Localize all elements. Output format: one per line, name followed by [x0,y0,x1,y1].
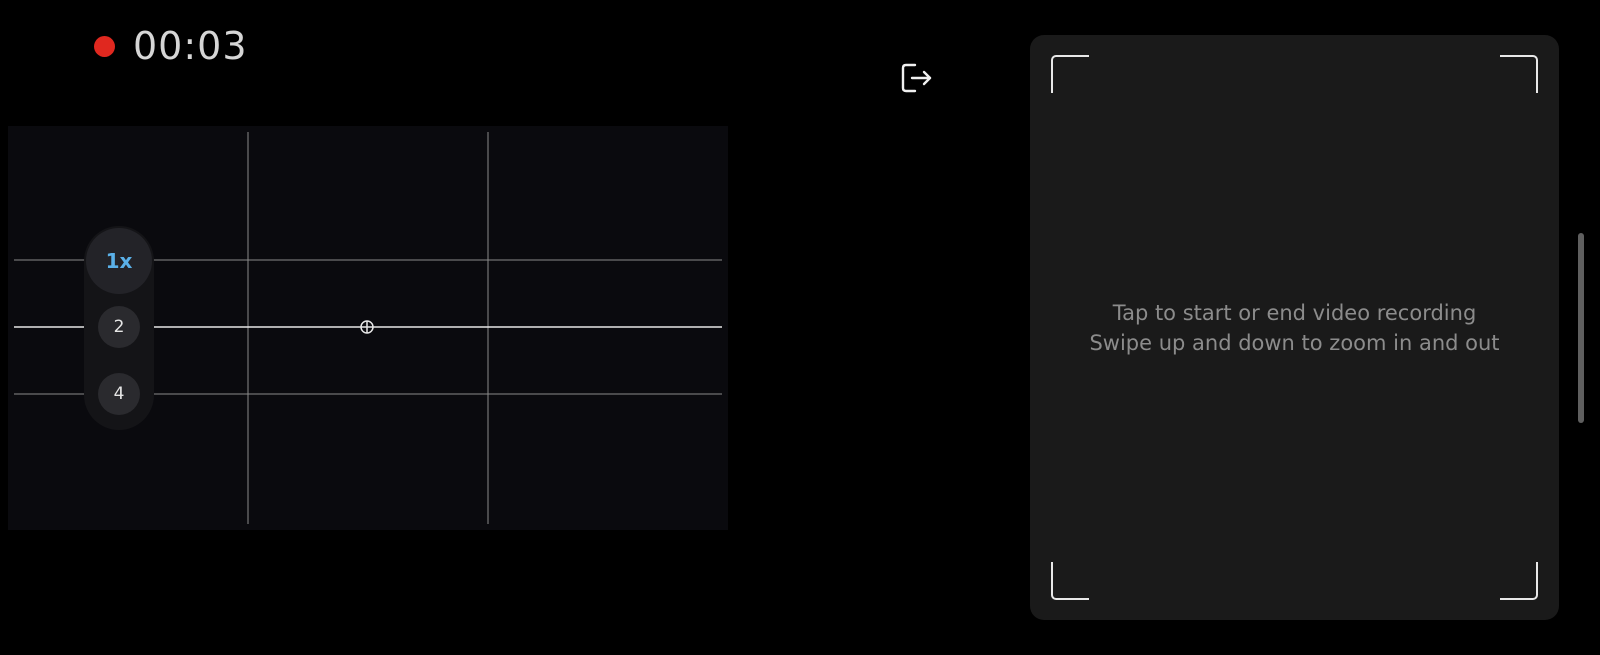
hint-line-zoom: Swipe up and down to zoom in and out [1089,331,1500,355]
scrollbar[interactable] [1578,233,1584,423]
recording-touchpad[interactable]: Tap to start or end video recording Swip… [1030,35,1559,620]
zoom-1x-label: 1x [105,249,133,273]
frame-corner-top-left [1051,55,1089,93]
zoom-2x-label: 2 [113,317,125,337]
frame-corner-bottom-left [1051,562,1089,600]
zoom-selector: 1x 2 4 [84,226,154,430]
zoom-1x-button[interactable]: 1x [86,228,152,294]
camera-control-screen: 00:03 1x 2 4 Tap to start or end video r… [0,0,1600,655]
zoom-2x-button[interactable]: 2 [98,306,140,348]
frame-corner-bottom-right [1500,562,1538,600]
touchpad-hint: Tap to start or end video recording Swip… [1030,298,1559,358]
recording-timer: 00:03 [133,24,248,68]
camera-viewfinder[interactable]: 1x 2 4 [8,126,728,530]
exit-icon [901,63,932,93]
zoom-4x-button[interactable]: 4 [98,373,140,415]
hint-line-record: Tap to start or end video recording [1112,301,1477,325]
recording-dot-icon [94,35,115,57]
exit-button[interactable] [898,59,936,97]
zoom-4x-label: 4 [113,384,125,404]
frame-corner-top-right [1500,55,1538,93]
recording-status: 00:03 [94,22,248,70]
